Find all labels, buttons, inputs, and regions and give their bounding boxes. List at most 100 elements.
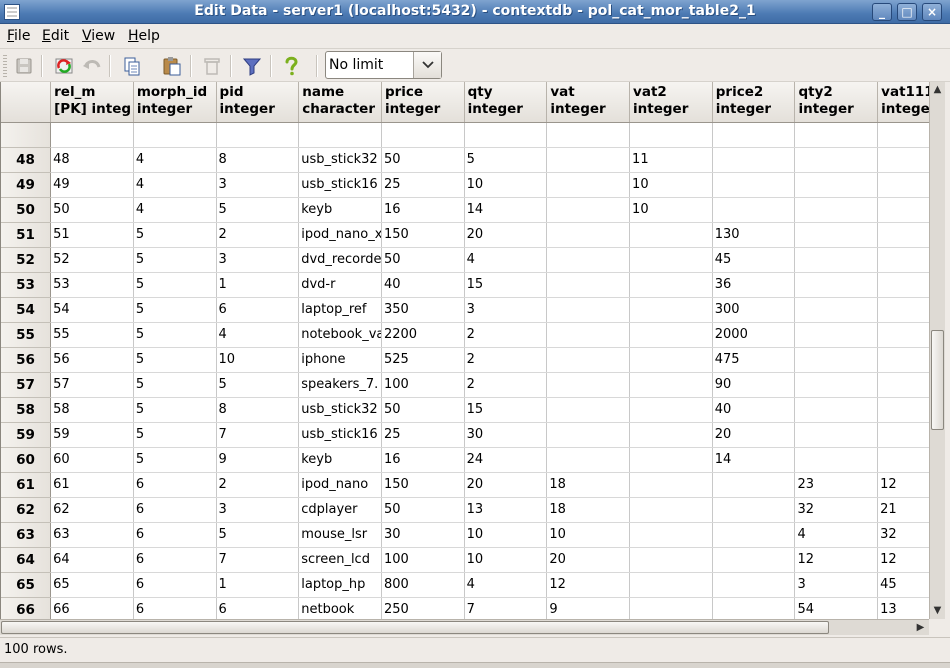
table-cell[interactable]: [216, 122, 300, 148]
table-cell[interactable]: 64: [50, 547, 134, 573]
table-cell[interactable]: usb_stick16: [298, 422, 382, 448]
table-cell[interactable]: 5: [133, 347, 217, 373]
menu-file[interactable]: File: [7, 28, 30, 44]
row-number[interactable]: 57: [1, 372, 52, 398]
horizontal-scroll-thumb[interactable]: [1, 621, 829, 634]
table-cell[interactable]: 50: [381, 247, 465, 273]
menu-view[interactable]: View: [82, 28, 115, 44]
table-cell[interactable]: 18: [546, 472, 631, 498]
table-cell[interactable]: mouse_lsr: [298, 522, 382, 548]
table-cell[interactable]: 45: [877, 572, 929, 598]
table-cell[interactable]: 12: [794, 547, 879, 573]
table-cell[interactable]: 40: [712, 397, 796, 423]
paste-icon[interactable]: [160, 54, 184, 78]
row-number[interactable]: 60: [1, 447, 52, 473]
table-cell[interactable]: 21: [877, 497, 929, 523]
table-cell[interactable]: [712, 172, 796, 198]
column-header[interactable]: qty2 integer: [794, 82, 879, 123]
table-cell[interactable]: [629, 322, 713, 348]
table-cell[interactable]: [877, 447, 929, 473]
table-cell[interactable]: [794, 147, 879, 173]
table-cell[interactable]: 6: [133, 597, 217, 619]
column-header[interactable]: price integer: [381, 82, 465, 123]
table-cell[interactable]: [794, 347, 879, 373]
table-cell[interactable]: keyb: [298, 197, 382, 223]
table-row[interactable]: 58 58 5 8 usb_stick32 50 15 40: [1, 397, 929, 423]
table-cell[interactable]: 300: [712, 297, 796, 323]
table-cell[interactable]: 5: [133, 322, 217, 348]
table-cell[interactable]: 53: [50, 272, 134, 298]
table-cell[interactable]: 10: [464, 547, 548, 573]
table-row[interactable]: 55 55 5 4 notebook_va 2200 2 2000: [1, 322, 929, 348]
table-cell[interactable]: [629, 397, 713, 423]
row-number[interactable]: 48: [1, 147, 52, 173]
table-cell[interactable]: 10: [464, 522, 548, 548]
table-cell[interactable]: 800: [381, 572, 465, 598]
table-cell[interactable]: [546, 197, 631, 223]
table-cell[interactable]: 56: [50, 347, 134, 373]
table-cell[interactable]: ipod_nano: [298, 472, 382, 498]
table-cell[interactable]: [712, 472, 796, 498]
table-cell[interactable]: 9: [546, 597, 631, 619]
table-cell[interactable]: [712, 497, 796, 523]
table-cell[interactable]: [546, 247, 631, 273]
row-number[interactable]: 53: [1, 272, 52, 298]
row-limit-select[interactable]: No limit: [325, 51, 442, 79]
table-cell[interactable]: 10: [629, 197, 713, 223]
table-cell[interactable]: 5: [133, 247, 217, 273]
table-cell[interactable]: 36: [712, 272, 796, 298]
column-header[interactable]: price2 integer: [712, 82, 796, 123]
table-cell[interactable]: 6: [216, 297, 300, 323]
table-cell[interactable]: 5: [133, 397, 217, 423]
table-cell[interactable]: dvd-r: [298, 272, 382, 298]
table-cell[interactable]: [794, 322, 879, 348]
table-cell[interactable]: 4: [133, 197, 217, 223]
table-cell[interactable]: 55: [50, 322, 134, 348]
table-cell[interactable]: [877, 297, 929, 323]
table-cell[interactable]: 4: [216, 322, 300, 348]
table-cell[interactable]: [877, 322, 929, 348]
table-row[interactable]: 53 53 5 1 dvd-r 40 15 36: [1, 272, 929, 298]
column-header[interactable]: pid integer: [216, 82, 300, 123]
table-cell[interactable]: 15: [464, 397, 548, 423]
table-cell[interactable]: 525: [381, 347, 465, 373]
close-button[interactable]: ×: [922, 3, 942, 21]
table-cell[interactable]: 6: [133, 522, 217, 548]
table-cell[interactable]: [629, 247, 713, 273]
table-cell[interactable]: 6: [133, 497, 217, 523]
table-cell[interactable]: 3: [464, 297, 548, 323]
table-cell[interactable]: [464, 122, 548, 148]
table-cell[interactable]: 7: [216, 422, 300, 448]
table-cell[interactable]: screen_lcd: [298, 547, 382, 573]
row-number[interactable]: 65: [1, 572, 52, 598]
vertical-scroll-thumb[interactable]: [931, 330, 944, 430]
table-row[interactable]: [1, 122, 929, 148]
table-cell[interactable]: [629, 497, 713, 523]
table-cell[interactable]: [629, 422, 713, 448]
table-cell[interactable]: [794, 247, 879, 273]
table-cell[interactable]: 100: [381, 372, 465, 398]
table-cell[interactable]: 32: [877, 522, 929, 548]
menu-help[interactable]: Help: [128, 28, 160, 44]
table-row[interactable]: 52 52 5 3 dvd_recorde 50 4 45: [1, 247, 929, 273]
refresh-icon[interactable]: [52, 54, 76, 78]
table-cell[interactable]: 25: [381, 172, 465, 198]
table-cell[interactable]: 12: [877, 472, 929, 498]
table-cell[interactable]: 12: [877, 547, 929, 573]
table-cell[interactable]: 13: [464, 497, 548, 523]
column-header[interactable]: rel_m [PK] integ: [50, 82, 134, 123]
help-icon[interactable]: [279, 54, 303, 78]
table-cell[interactable]: 54: [794, 597, 879, 619]
table-cell[interactable]: usb_stick16: [298, 172, 382, 198]
table-row[interactable]: 60 60 5 9 keyb 16 24 14: [1, 447, 929, 473]
table-cell[interactable]: 20: [464, 472, 548, 498]
table-cell[interactable]: 66: [50, 597, 134, 619]
scroll-down-icon[interactable]: ▼: [930, 603, 945, 618]
table-cell[interactable]: [546, 297, 631, 323]
table-cell[interactable]: 15: [464, 272, 548, 298]
table-cell[interactable]: [50, 122, 134, 148]
table-row[interactable]: 51 51 5 2 ipod_nano_x 150 20 130: [1, 222, 929, 248]
table-cell[interactable]: 45: [712, 247, 796, 273]
table-cell[interactable]: 40: [381, 272, 465, 298]
table-cell[interactable]: [877, 122, 929, 148]
